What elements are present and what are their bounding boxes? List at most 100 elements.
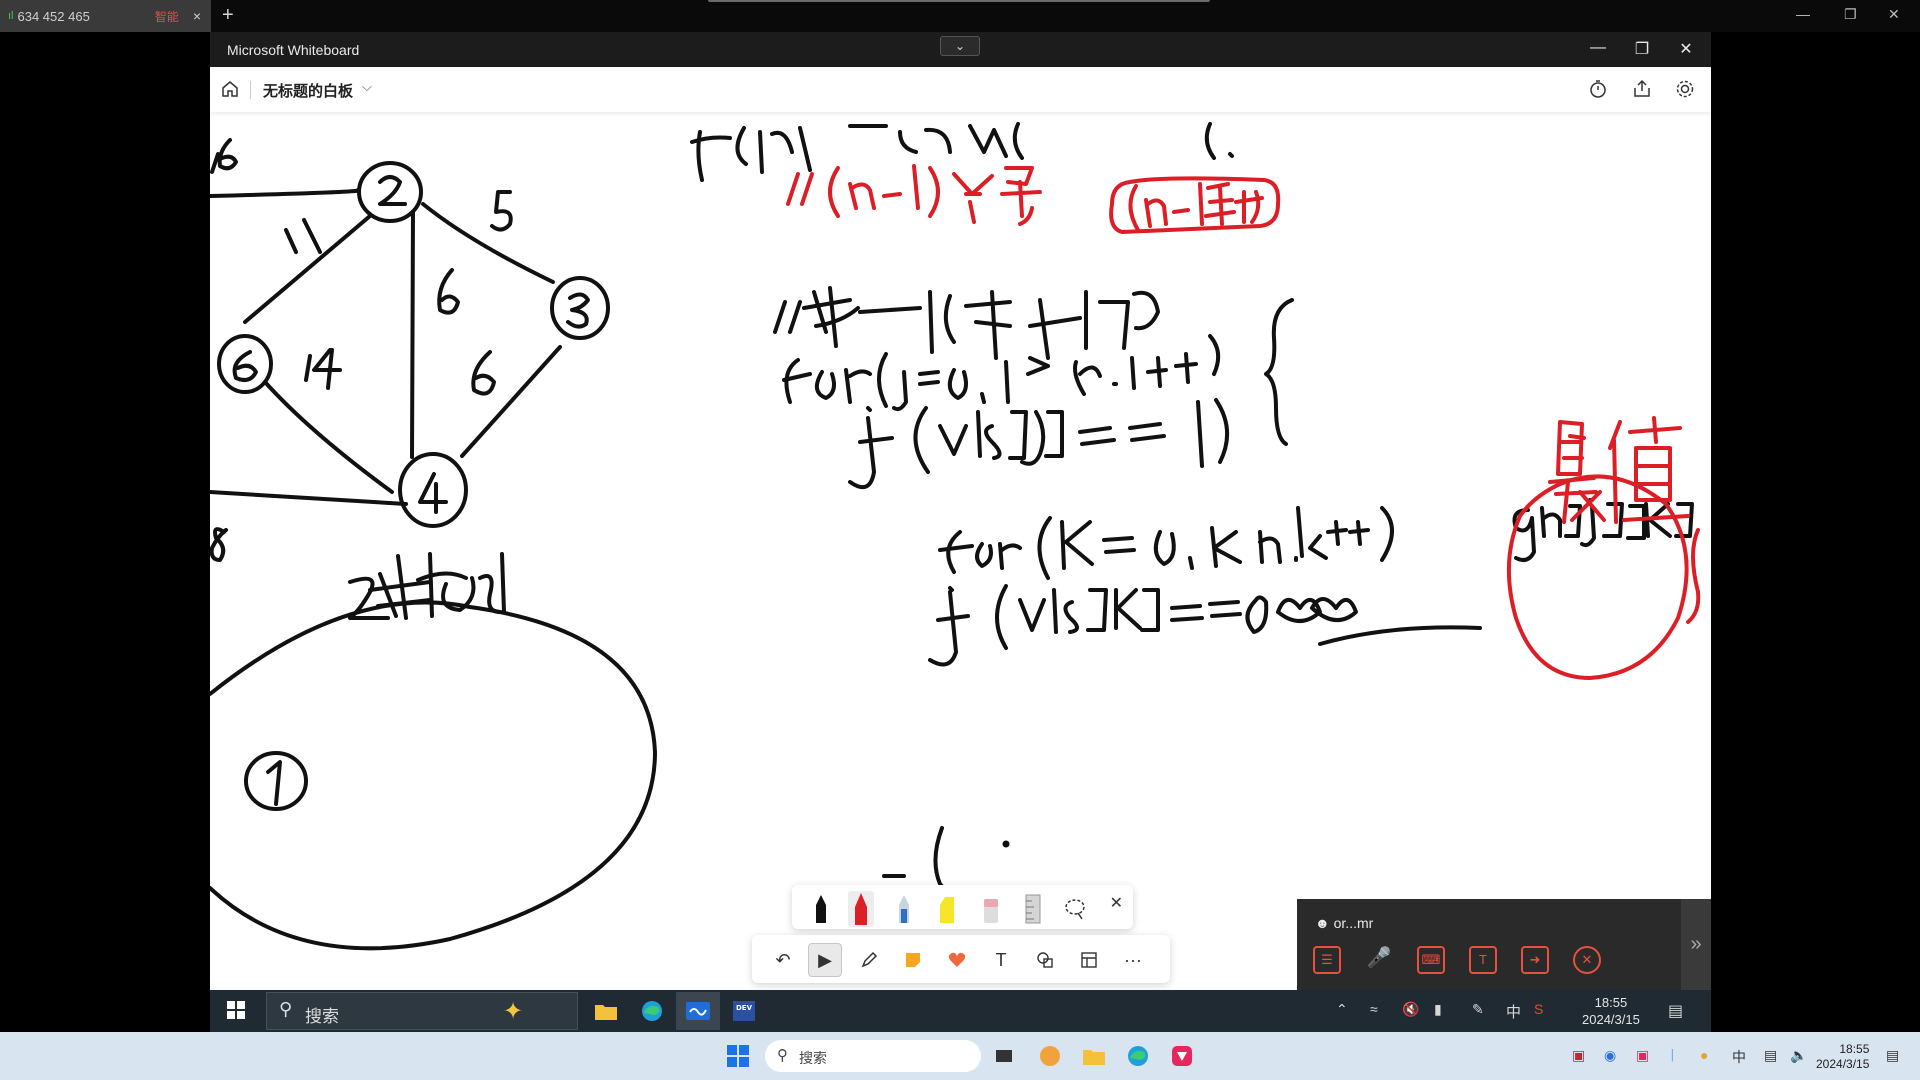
curly-brace (1264, 298, 1294, 446)
edge-browser-app[interactable] (630, 992, 674, 1030)
code-line (690, 126, 812, 182)
close-icon[interactable]: ✕ (1110, 893, 1123, 913)
tab-close-icon[interactable]: × (193, 8, 201, 24)
smart-badge: 智能 (154, 9, 179, 24)
expand-panel-button[interactable]: » (1681, 899, 1711, 992)
dev-cpp-app[interactable]: DEV (722, 992, 766, 1030)
graph-node (398, 452, 468, 528)
graph-edge (421, 202, 555, 284)
tray-app-icon[interactable]: ▣ (1572, 1047, 1585, 1064)
notification-icon[interactable]: ▤ (1668, 1001, 1683, 1021)
host-close-button[interactable]: ✕ (1888, 6, 1900, 23)
chat-button[interactable]: ☰ (1313, 946, 1341, 974)
whiteboard-canvas[interactable] (210, 112, 1711, 992)
host-minimize-button[interactable]: — (1796, 6, 1810, 22)
minimize-button[interactable]: — (1584, 39, 1612, 57)
shapes-button[interactable] (1028, 943, 1062, 977)
board-title[interactable]: 无标题的白板 (263, 80, 353, 101)
ink-scribble (1276, 597, 1358, 623)
search-label: 搜索 (305, 1007, 339, 1026)
restore-button[interactable]: ❐ (1628, 39, 1656, 59)
underline (1318, 625, 1482, 646)
taskbar-search-box[interactable]: ⚲ 搜索 ✦ (266, 992, 578, 1030)
lasso-icon[interactable] (1060, 889, 1090, 927)
blue-pen-icon[interactable] (889, 889, 919, 927)
remote-desktop-app[interactable] (1166, 1040, 1198, 1072)
undo-button[interactable]: ↶ (766, 943, 800, 977)
ime-indicator[interactable]: 中 (1506, 1001, 1521, 1022)
pen-menu-icon[interactable]: ✎ (1472, 1001, 1484, 1018)
bluetooth-icon[interactable]: ᛁ (1668, 1047, 1676, 1063)
chevron-down-icon[interactable]: ⌵ (362, 79, 372, 95)
ruler-icon[interactable] (1018, 889, 1048, 927)
pinned-app-1[interactable] (1034, 1040, 1066, 1072)
pen-tool-button[interactable] (852, 943, 886, 977)
red-comment (1128, 182, 1204, 232)
file-explorer-app[interactable] (1078, 1040, 1110, 1072)
sogou-input-icon[interactable]: S (1534, 1001, 1543, 1017)
red-comment (912, 164, 994, 224)
windows-start-icon[interactable] (722, 1040, 754, 1072)
end-session-button[interactable]: ✕ (1573, 946, 1601, 974)
host-restore-button[interactable]: ❐ (1844, 6, 1857, 23)
select-button[interactable]: ▶ (808, 943, 842, 977)
text-box-button[interactable]: T (1469, 946, 1497, 974)
dev-cpp-icon: DEV (733, 1001, 755, 1021)
tray-app-icon[interactable]: ▣ (1636, 1047, 1649, 1064)
sticky-note-button[interactable] (896, 943, 930, 977)
host-clock[interactable]: 18:55 2024/3/15 (1816, 1042, 1869, 1072)
edge-browser-app[interactable] (1122, 1040, 1154, 1072)
more-button[interactable]: ··· (1116, 943, 1150, 977)
microphone-icon[interactable]: 🎤 (1365, 946, 1393, 974)
speaker-muted-icon[interactable]: 🔇 (1402, 1001, 1419, 1018)
host-session-tab[interactable]: ıl 634 452 465 智能 × (0, 0, 211, 32)
timer-icon[interactable] (1587, 78, 1609, 100)
highlighter-icon[interactable] (932, 889, 962, 927)
battery-icon[interactable]: ▮ (1434, 1001, 1442, 1018)
ink-scribble (478, 552, 506, 614)
speaker-icon[interactable]: 🔈 (1790, 1047, 1807, 1064)
ink-layer (210, 122, 1701, 951)
eraser-icon[interactable] (976, 889, 1006, 927)
folder-button[interactable]: ➜ (1521, 946, 1549, 974)
code-line (1170, 595, 1269, 634)
whiteboard-app[interactable] (676, 992, 720, 1030)
chevron-up-icon[interactable]: ⌃ (1336, 1001, 1348, 1018)
new-tab-button[interactable]: + (222, 4, 234, 27)
black-pen-icon[interactable] (806, 889, 836, 927)
code-line (938, 530, 1022, 574)
participant-name: or...mr (1333, 915, 1374, 931)
task-view-app[interactable] (988, 1040, 1020, 1072)
code-comment (1028, 290, 1160, 360)
home-icon[interactable] (220, 79, 240, 99)
address-bar-edge (708, 0, 1210, 2)
share-icon[interactable] (1631, 78, 1653, 100)
node-digit (418, 472, 448, 514)
file-explorer-app[interactable] (584, 992, 628, 1030)
insert-button[interactable] (1072, 943, 1106, 977)
person-icon: ☻ (1315, 915, 1330, 931)
shapes-icon (1037, 952, 1053, 968)
text-button[interactable]: T (984, 943, 1018, 977)
windows-start-icon[interactable] (226, 1000, 246, 1020)
code-line (1078, 398, 1230, 468)
tray-app-icon[interactable]: ◉ (1604, 1047, 1616, 1064)
remote-clock[interactable]: 18:55 2024/3/15 (1582, 994, 1640, 1028)
gear-icon[interactable] (1674, 78, 1696, 100)
reaction-button[interactable] (940, 943, 974, 977)
weight-label (210, 527, 228, 562)
network-icon[interactable]: ▤ (1764, 1047, 1777, 1064)
red-pen-icon[interactable] (846, 889, 876, 927)
keyboard-button[interactable]: ⌨ (1417, 946, 1445, 974)
code-line (1086, 588, 1160, 632)
wifi-icon[interactable]: ≈ (1370, 1001, 1378, 1017)
ime-indicator[interactable]: 中 (1732, 1047, 1746, 1067)
edge-icon (1128, 1046, 1148, 1066)
tray-app-icon[interactable]: ● (1700, 1047, 1708, 1063)
collapse-chevron-button[interactable]: ⌄ (940, 36, 980, 56)
close-button[interactable]: ✕ (1672, 39, 1700, 59)
clock-date: 2024/3/15 (1816, 1057, 1870, 1071)
code-line (1037, 516, 1136, 580)
notification-icon[interactable]: ▤ (1886, 1047, 1899, 1064)
host-search-box[interactable]: ⚲ 搜索 (765, 1040, 981, 1072)
